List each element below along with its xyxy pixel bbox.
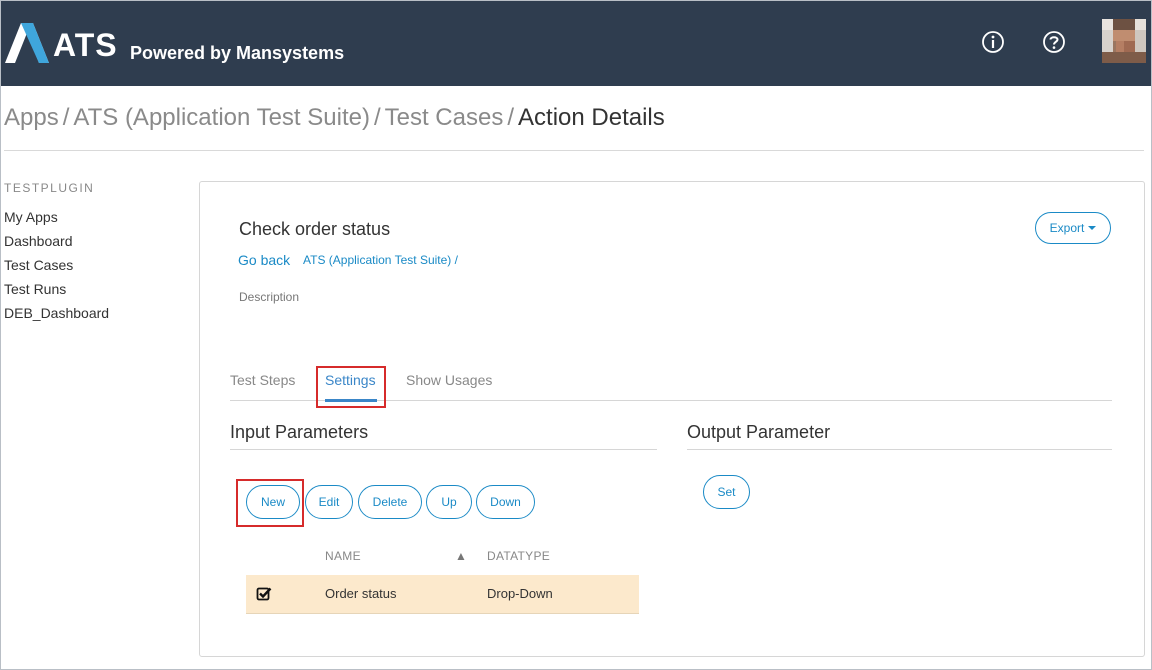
export-button[interactable]: Export bbox=[1035, 212, 1111, 244]
export-label: Export bbox=[1049, 221, 1085, 235]
breadcrumb-ats[interactable]: ATS (Application Test Suite) bbox=[73, 104, 370, 131]
column-header-datatype[interactable]: DATATYPE bbox=[487, 548, 550, 564]
table-row[interactable] bbox=[246, 575, 639, 614]
user-avatar[interactable] bbox=[1102, 19, 1146, 63]
description-label: Description bbox=[239, 290, 300, 304]
sidebar-item-dashboard[interactable]: Dashboard bbox=[4, 230, 109, 254]
breadcrumb-separator: / bbox=[507, 104, 515, 131]
sidebar-heading: TESTPLUGIN bbox=[4, 181, 95, 195]
input-parameters-divider bbox=[230, 449, 657, 450]
tab-test-steps[interactable]: Test Steps bbox=[230, 370, 295, 390]
sort-ascending-icon[interactable]: ▲ bbox=[455, 548, 467, 564]
sidebar-item-test-cases[interactable]: Test Cases bbox=[4, 254, 109, 278]
edit-button[interactable]: Edit bbox=[305, 485, 353, 519]
tab-show-usages[interactable]: Show Usages bbox=[406, 370, 492, 390]
top-bar: ATS Powered by Mansystems bbox=[1, 1, 1151, 86]
breadcrumb-test-cases[interactable]: Test Cases bbox=[385, 104, 504, 131]
sidebar-nav: My Apps Dashboard Test Cases Test Runs D… bbox=[4, 206, 109, 326]
logo-text: ATS bbox=[53, 27, 118, 63]
page-title: Check order status bbox=[239, 219, 391, 239]
path-link[interactable]: ATS (Application Test Suite) / bbox=[303, 252, 458, 268]
logo-subtitle: Powered by Mansystems bbox=[130, 43, 345, 63]
output-parameter-title: Output Parameter bbox=[687, 422, 831, 442]
caret-down-icon bbox=[1088, 226, 1097, 230]
input-parameters-title: Input Parameters bbox=[230, 422, 369, 442]
sidebar-item-test-runs[interactable]: Test Runs bbox=[4, 278, 109, 302]
delete-button[interactable]: Delete bbox=[358, 485, 422, 519]
header-divider bbox=[4, 150, 1144, 151]
active-tab-indicator bbox=[325, 399, 377, 402]
info-icon[interactable] bbox=[980, 29, 1006, 55]
breadcrumb-separator: / bbox=[373, 104, 381, 131]
set-button[interactable]: Set bbox=[703, 475, 750, 509]
help-icon[interactable] bbox=[1041, 29, 1067, 55]
go-back-link[interactable]: Go back bbox=[238, 251, 290, 269]
breadcrumb: Apps / ATS (Application Test Suite) / Test C… bbox=[4, 102, 665, 134]
tab-settings[interactable]: Settings bbox=[325, 370, 376, 390]
sidebar-item-deb-dashboard[interactable]: DEB_Dashboard bbox=[4, 302, 109, 326]
breadcrumb-separator: / bbox=[62, 104, 70, 131]
row-name-cell: Order status bbox=[325, 586, 397, 601]
checkbox-checked-icon[interactable] bbox=[256, 586, 272, 602]
column-header-name[interactable]: NAME bbox=[325, 548, 361, 564]
output-parameter-divider bbox=[687, 449, 1112, 450]
row-datatype-cell: Drop-Down bbox=[487, 586, 553, 601]
sidebar-item-my-apps[interactable]: My Apps bbox=[4, 206, 109, 230]
up-button[interactable]: Up bbox=[426, 485, 472, 519]
down-button[interactable]: Down bbox=[476, 485, 535, 519]
ats-logo-icon[interactable] bbox=[5, 23, 49, 63]
breadcrumb-current: Action Details bbox=[518, 104, 665, 131]
breadcrumb-apps[interactable]: Apps bbox=[4, 104, 59, 131]
new-button[interactable]: New bbox=[246, 485, 300, 519]
